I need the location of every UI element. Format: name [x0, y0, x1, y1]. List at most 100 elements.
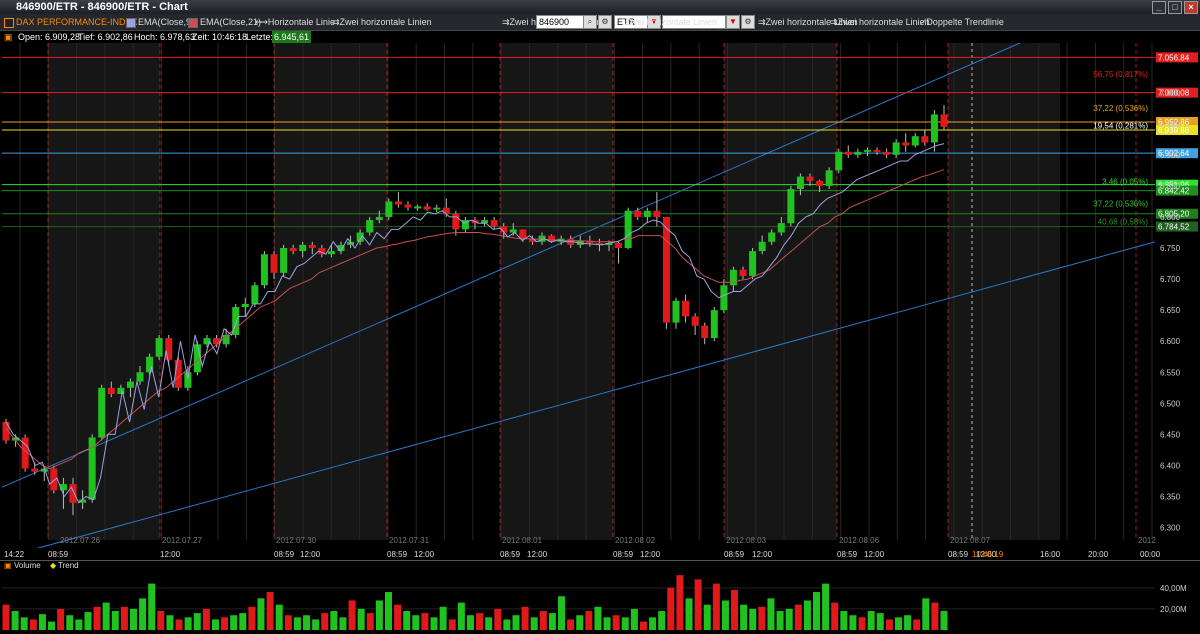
minimize-button[interactable]: _	[1152, 1, 1166, 14]
symbol-search-icon[interactable]: ⌕	[583, 15, 597, 29]
candle-96	[921, 130, 928, 146]
volume-bar-86	[786, 609, 793, 630]
x-tick-label: 12:00	[527, 550, 548, 559]
toolbar-ema21[interactable]: EMA(Close,21)	[188, 16, 261, 28]
session-band-2	[500, 43, 613, 540]
candle-body	[864, 150, 871, 152]
candle-41	[395, 192, 402, 208]
volume-bar-59	[540, 611, 547, 630]
x-tick-label: 12:00	[864, 550, 885, 559]
title-bar: 846900/ETR - 846900/ETR - Chart _ □ ×	[0, 0, 1200, 14]
candle-66	[634, 208, 641, 220]
volume-bar-88	[804, 600, 811, 630]
toolbar-zwei-3[interactable]: Zwei horizontale Linien	[625, 16, 717, 28]
volume-bar-51	[467, 615, 474, 630]
y-tick-label: 6.700	[1160, 275, 1181, 284]
volume-bar-36	[330, 611, 337, 630]
hline-icon: ⟷	[255, 17, 268, 27]
volume-chart[interactable]: 40,00M20,00M	[0, 560, 1200, 634]
candle-43	[414, 205, 421, 211]
y-tick-label: 6.750	[1160, 244, 1181, 253]
candle-body	[893, 142, 900, 154]
toolbar-zwei-1[interactable]: ⇉Zwei horizontale Linien	[332, 16, 432, 28]
price-chart[interactable]: 7.056,847.000,086.952,866.939,866.902,64…	[0, 43, 1200, 560]
volume-bar-28	[257, 598, 264, 630]
volume-title: Volume	[14, 561, 41, 571]
volume-bar-100	[913, 619, 920, 630]
candle-27	[261, 251, 268, 288]
x-tick-label: 12:00	[640, 550, 661, 559]
volume-bar-54	[494, 609, 501, 630]
candle-body	[816, 181, 823, 186]
volume-bar-85	[777, 611, 784, 630]
candle-92	[883, 149, 890, 158]
search-dropdown-chevron-icon[interactable]: ▼	[726, 15, 740, 29]
volume-y-tick: 20,00M	[1160, 605, 1187, 614]
info-menu-icon[interactable]: ▣	[4, 31, 13, 43]
measure-annotation-2: 19,54 (0,281%)	[1093, 122, 1148, 131]
volume-bar-74	[676, 575, 683, 630]
x-tick-label: 12:00	[300, 550, 321, 559]
volume-bar-58	[531, 617, 538, 630]
toolbar-zwei-5[interactable]: ⇉Zwei horizontale Linien	[830, 16, 930, 28]
candle-body	[653, 211, 660, 217]
volume-bar-48	[440, 607, 447, 630]
x-tick-label: 00:00	[1140, 550, 1161, 559]
toolbar-doppelte-trendlinie[interactable]: ⟋Doppelte Trendlinie	[920, 16, 1004, 28]
x-tick-label: 14:22	[4, 550, 25, 559]
candle-body	[768, 232, 775, 241]
candle-body	[299, 245, 306, 251]
candle-body	[280, 248, 287, 273]
volume-bar-37	[339, 617, 346, 630]
volume-bar-90	[822, 584, 829, 630]
volume-bar-66	[604, 617, 611, 630]
x-tick-label: 08:59	[837, 550, 858, 559]
candle-67	[644, 208, 651, 224]
volume-bar-75	[686, 598, 693, 630]
volume-bar-95	[868, 611, 875, 630]
candle-42	[405, 201, 412, 210]
candle-15	[146, 354, 153, 376]
toolbar-index-name[interactable]: DAX PERFORMANCE-INDEX	[4, 16, 138, 28]
volume-bar-40	[367, 613, 374, 630]
candle-body	[692, 316, 699, 325]
volume-bar-87	[795, 605, 802, 630]
symbol-input[interactable]: 846900	[536, 15, 584, 29]
measure-annotation-5: 40,68 (0,58%)	[1098, 217, 1149, 226]
candle-body	[481, 220, 488, 223]
day-label: 2012.08.02	[615, 536, 656, 545]
measure-annotation-1: 37,22 (0,536%)	[1093, 104, 1148, 113]
volume-bar-73	[667, 588, 674, 630]
candle-88	[845, 146, 852, 158]
volume-bar-60	[549, 613, 556, 630]
close-button[interactable]: ×	[1184, 1, 1198, 14]
candle-body	[682, 301, 689, 317]
x-tick-label: 08:59	[48, 550, 69, 559]
volume-bar-91	[831, 603, 838, 630]
toolbar-settings-icon[interactable]: ⚙	[741, 15, 755, 29]
zwei-lines-icon: ⇉	[502, 17, 510, 27]
candle-body	[395, 201, 402, 204]
y-tick-label: 6.950	[1160, 120, 1181, 129]
candle-body	[251, 285, 258, 304]
candle-body	[902, 142, 909, 145]
candle-44	[424, 203, 431, 210]
toolbar-hline[interactable]: ⟷Horizontale Linie	[255, 16, 335, 28]
candle-47	[452, 211, 459, 236]
volume-bar-92	[840, 611, 847, 630]
maximize-button[interactable]: □	[1168, 1, 1182, 14]
volume-bar-62	[567, 619, 574, 630]
candle-body	[854, 152, 861, 155]
candle-82	[787, 186, 794, 226]
y-tick-label: 6.550	[1160, 368, 1181, 377]
candle-45	[433, 205, 440, 212]
candle-body	[778, 223, 785, 232]
candle-body	[931, 114, 938, 142]
toolbar-ema9[interactable]: EMA(Close,9)	[126, 16, 194, 28]
volume-bar-82	[749, 609, 756, 630]
volume-bar-61	[558, 596, 565, 630]
candle-body	[663, 217, 670, 323]
volume-bar-35	[321, 613, 328, 630]
symbol-settings-icon[interactable]: ⚙	[598, 15, 612, 29]
candle-body	[433, 208, 440, 210]
